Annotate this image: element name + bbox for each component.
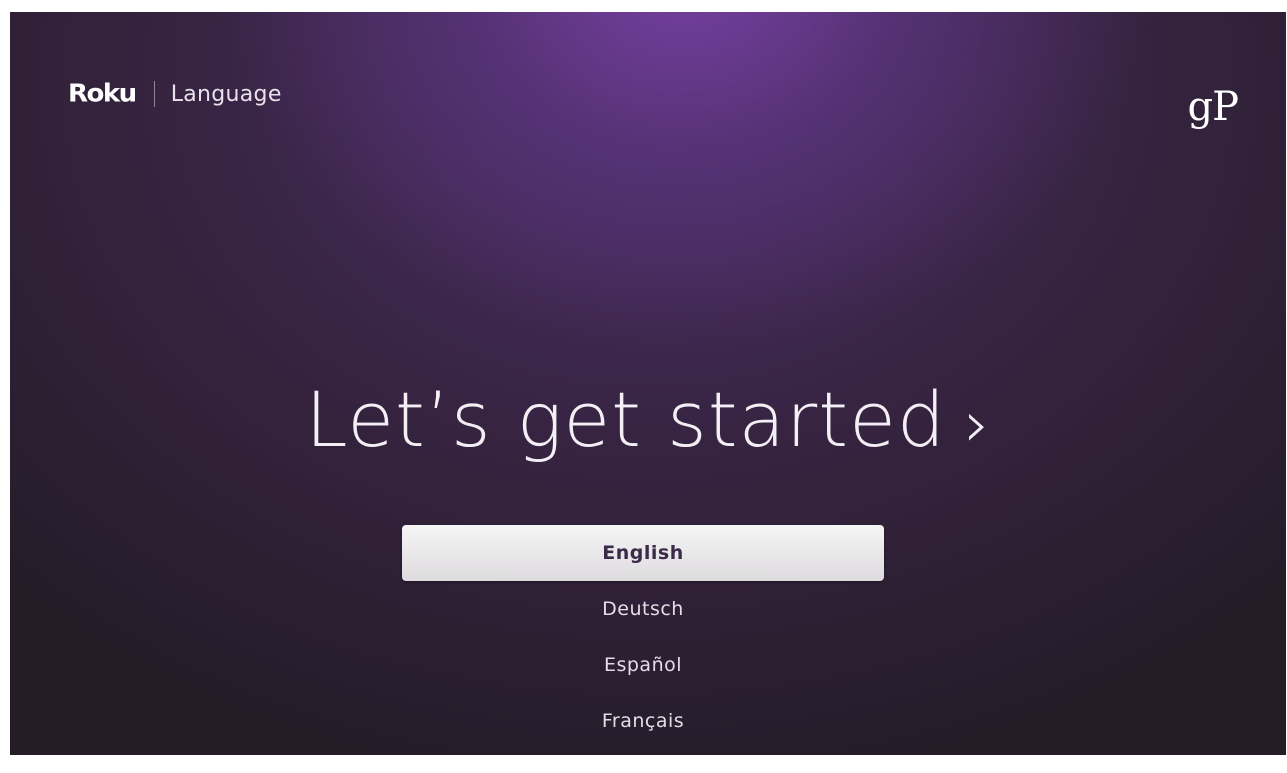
header-divider: [153, 81, 155, 107]
hero-text: Let’s get started: [305, 375, 947, 464]
page-title: Language: [170, 81, 282, 107]
hero-heading: Let’s get started ›: [10, 382, 1286, 458]
roku-screen: Roku Language gP Let’s get started › Engl…: [10, 12, 1286, 755]
roku-logo: Roku: [68, 79, 137, 109]
gp-watermark-logo: gP: [1187, 84, 1239, 130]
language-option-francais[interactable]: Français: [402, 693, 884, 749]
language-option-espanol[interactable]: Español: [402, 637, 884, 693]
language-option-english[interactable]: English: [402, 525, 884, 581]
language-option-deutsch[interactable]: Deutsch: [402, 581, 884, 637]
chevron-right-icon: ›: [964, 388, 991, 462]
language-list: English Deutsch Español Français: [402, 525, 884, 749]
header: Roku Language: [68, 74, 282, 114]
